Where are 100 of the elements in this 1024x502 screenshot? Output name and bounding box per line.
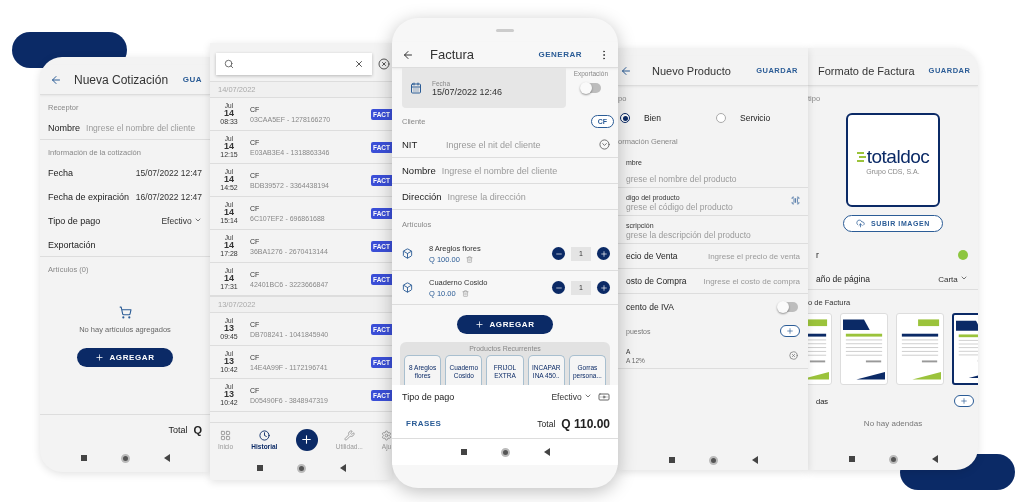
entry-day: 13 — [224, 390, 234, 400]
text-input-field[interactable]: grese el código del producto — [626, 202, 785, 212]
recent-apps-icon[interactable] — [668, 457, 675, 463]
total-label: Total — [168, 424, 188, 435]
plus-icon — [300, 433, 314, 446]
page-size-dropdown[interactable]: Carta — [938, 273, 968, 284]
search-icon — [224, 59, 234, 69]
grid-icon — [220, 429, 232, 441]
date-value[interactable]: 15/07/2022 12:47 — [135, 168, 202, 178]
plus-icon — [599, 283, 608, 292]
field-label: año de página — [816, 273, 871, 284]
save-button[interactable]: GUA — [182, 75, 202, 84]
recent-apps-icon[interactable] — [80, 455, 87, 461]
text-input-field[interactable]: Ingrese la dirección — [447, 191, 610, 202]
payment-dropdown[interactable]: Efectivo — [551, 392, 592, 402]
entry-day: 14 — [224, 274, 234, 284]
empty-message: No hay adendas — [862, 419, 924, 428]
total-amount: Q — [193, 423, 202, 436]
home-icon[interactable] — [708, 455, 718, 465]
scan-icon[interactable] — [791, 195, 800, 205]
caret-icon — [584, 392, 592, 400]
screen-title: Formato de Factura — [818, 64, 915, 77]
logo-text: totaldoc — [866, 145, 930, 168]
field-label: Fecha — [48, 168, 74, 178]
dropdown-icon[interactable] — [599, 139, 610, 150]
back-icon[interactable] — [543, 448, 550, 456]
increase-button[interactable] — [597, 281, 610, 294]
field-label: Tipo de pago — [48, 216, 102, 226]
text-input-field[interactable]: Ingrese el nit del cliente — [446, 139, 593, 150]
increase-button[interactable] — [597, 247, 610, 260]
screen-title: Factura — [430, 47, 476, 62]
text-input-field[interactable]: Ingrese el nombre del cliente — [441, 165, 610, 176]
cash-icon[interactable] — [598, 391, 610, 403]
home-icon[interactable] — [888, 454, 898, 464]
radio-button[interactable] — [716, 113, 726, 123]
export-toggle[interactable] — [580, 83, 601, 93]
back-icon[interactable] — [751, 456, 758, 464]
search-field[interactable] — [216, 53, 372, 75]
plus-icon — [599, 249, 608, 258]
decrease-button[interactable] — [552, 281, 565, 294]
clear-icon[interactable] — [354, 59, 364, 69]
logo-mark-icon — [856, 149, 866, 164]
caret-icon — [194, 216, 202, 224]
generate-button[interactable]: GENERAR — [538, 50, 582, 59]
field-label: ecio de Venta — [626, 251, 678, 261]
remove-icon[interactable] — [789, 351, 798, 360]
total-amount: Q 110.00 — [561, 416, 610, 431]
field-label: Nombre — [402, 165, 436, 176]
phrases-button[interactable]: FRASES — [406, 419, 442, 428]
recent-apps-icon[interactable] — [460, 449, 467, 455]
field-label: NIT — [402, 139, 419, 150]
text-input-field[interactable]: grese la descripción del producto — [626, 230, 800, 240]
color-swatch[interactable] — [958, 250, 968, 260]
add-tax-button[interactable] — [780, 325, 800, 337]
entry-day: 14 — [224, 175, 234, 185]
close-icon[interactable] — [378, 58, 390, 70]
screen-title: Nuevo Producto — [652, 64, 732, 77]
field-label: cento de IVA — [626, 301, 676, 312]
name-input-field[interactable]: Ingrese el nombre del cliente — [86, 122, 202, 133]
calendar-icon — [410, 82, 422, 94]
back-arrow-icon[interactable] — [402, 48, 414, 61]
radio-button[interactable] — [620, 113, 630, 123]
home-icon[interactable] — [296, 463, 306, 473]
radio-label: Bien — [644, 113, 661, 123]
radio-label: Servicio — [740, 113, 771, 123]
field-label: Tipo de pago — [402, 392, 456, 402]
home-icon[interactable] — [500, 447, 510, 457]
back-arrow-icon[interactable] — [50, 73, 62, 86]
home-icon[interactable] — [120, 453, 130, 463]
text-input-field[interactable]: Ingrese el precio de venta — [683, 251, 800, 261]
entry-day: 14 — [224, 142, 234, 152]
back-icon[interactable] — [931, 455, 938, 463]
cube-icon — [402, 248, 413, 259]
exempt-toggle[interactable] — [778, 301, 798, 312]
back-icon[interactable] — [163, 454, 170, 462]
text-input-field[interactable]: Ingrese el costo de compra — [692, 276, 800, 286]
entry-day: 14 — [224, 208, 234, 218]
recent-apps-icon[interactable] — [256, 465, 263, 471]
plus-icon — [786, 327, 794, 335]
decrease-button[interactable] — [552, 247, 565, 260]
date-value[interactable]: 16/07/2022 12:47 — [135, 192, 202, 202]
clock-icon — [258, 429, 270, 441]
entry-day: 14 — [224, 109, 234, 119]
speaker-grille — [496, 28, 514, 32]
tools-icon — [343, 429, 355, 441]
back-arrow-icon[interactable] — [620, 64, 632, 77]
field-label: Nombre — [48, 122, 80, 133]
recent-apps-icon[interactable] — [848, 456, 855, 462]
cart-icon — [118, 306, 132, 319]
entry-day: 13 — [224, 324, 234, 334]
add-button[interactable]: AGREGAR — [77, 348, 173, 367]
total-label: Total — [537, 418, 556, 429]
add-button[interactable] — [295, 428, 318, 451]
add-button[interactable]: AGREGAR — [457, 315, 553, 334]
payment-dropdown[interactable]: Efectivo — [161, 216, 202, 226]
text-input-field[interactable]: grese el nombre del producto — [626, 174, 800, 184]
add-addendum-button[interactable] — [954, 395, 974, 407]
cube-icon — [402, 282, 413, 293]
back-icon[interactable] — [339, 464, 346, 472]
field-label: Exportación — [48, 239, 97, 250]
